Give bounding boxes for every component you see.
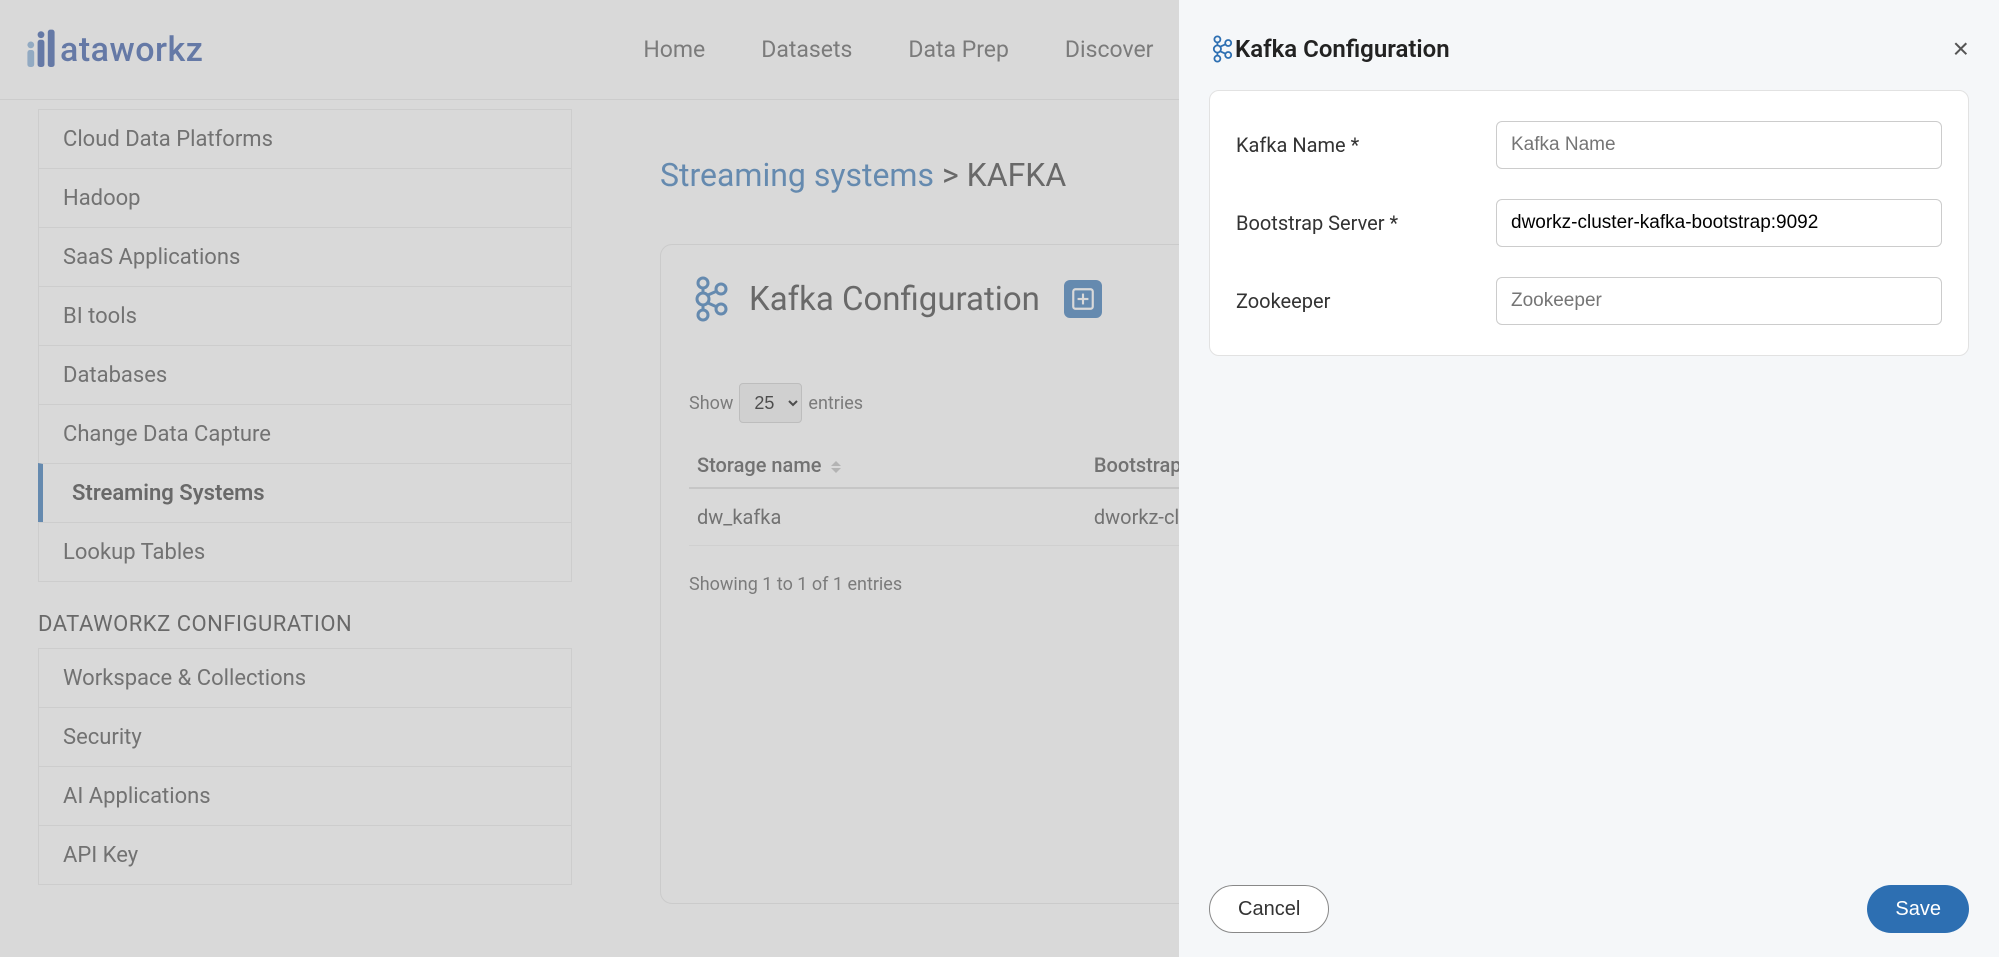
close-button[interactable]: × — [1953, 35, 1969, 63]
cancel-button[interactable]: Cancel — [1209, 885, 1329, 933]
bootstrap-server-label: Bootstrap Server * — [1236, 211, 1496, 235]
zookeeper-input[interactable] — [1496, 277, 1942, 325]
kafka-icon — [1209, 34, 1233, 64]
drawer-title: Kafka Configuration — [1235, 35, 1450, 63]
save-button[interactable]: Save — [1867, 885, 1969, 933]
form-card: Kafka Name * Bootstrap Server * Zookeepe… — [1209, 90, 1969, 356]
zookeeper-label: Zookeeper — [1236, 289, 1496, 313]
kafka-name-input[interactable] — [1496, 121, 1942, 169]
bootstrap-server-input[interactable] — [1496, 199, 1942, 247]
kafka-name-label: Kafka Name * — [1236, 133, 1496, 157]
kafka-config-drawer: Kafka Configuration × Kafka Name * Boots… — [1179, 0, 1999, 957]
